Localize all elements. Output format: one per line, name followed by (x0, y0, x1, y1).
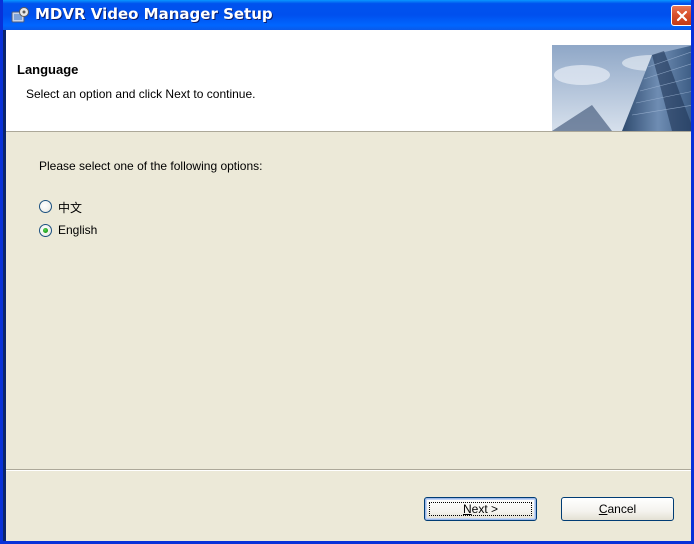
cancel-button[interactable]: Cancel (561, 497, 674, 521)
page-title: Language (17, 62, 79, 77)
cancel-button-label: Cancel (598, 502, 637, 516)
wizard-body: Please select one of the following optio… (6, 132, 691, 469)
next-button[interactable]: Next > (424, 497, 537, 521)
radio-selected-dot (43, 228, 48, 233)
footer-divider (6, 469, 691, 471)
close-button[interactable] (671, 5, 691, 26)
setup-installer-icon (11, 6, 29, 24)
radio-button-chinese[interactable] (39, 200, 52, 213)
setup-window: MDVR Video Manager Setup Language Select… (0, 0, 694, 544)
options-prompt: Please select one of the following optio… (39, 159, 263, 173)
close-icon (676, 10, 688, 22)
next-button-label: Next > (462, 502, 499, 516)
wizard-header: Language Select an option and click Next… (6, 30, 691, 132)
window-title: MDVR Video Manager Setup (35, 5, 273, 23)
skyscraper-banner-image (552, 45, 691, 131)
radio-button-english[interactable] (39, 224, 52, 237)
option-label-english[interactable]: English (58, 223, 97, 237)
page-subtitle: Select an option and click Next to conti… (26, 87, 256, 101)
option-label-chinese[interactable]: 中文 (58, 199, 82, 216)
title-bar[interactable]: MDVR Video Manager Setup (3, 0, 691, 30)
dialog-client-area: Language Select an option and click Next… (6, 30, 691, 541)
